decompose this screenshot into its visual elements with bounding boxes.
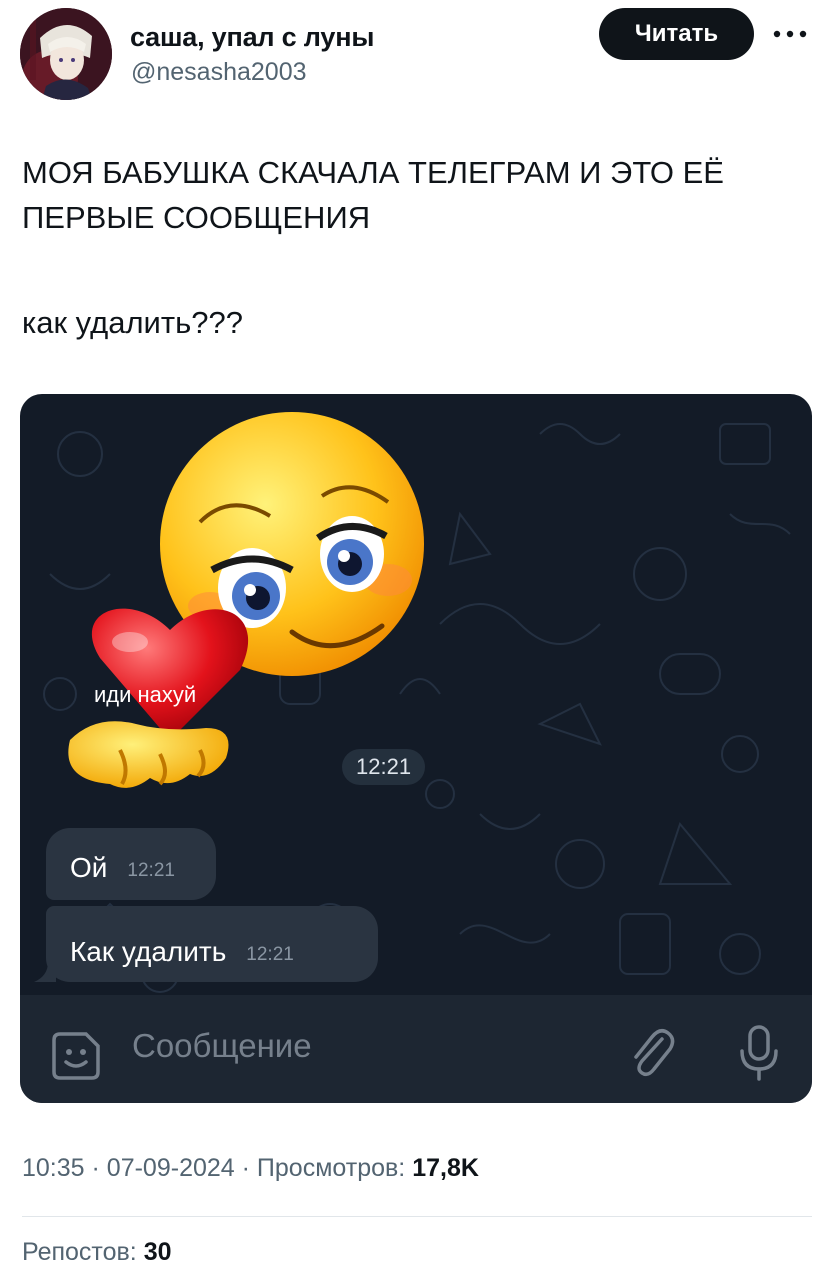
message-time: 12:21: [246, 944, 294, 965]
separator-dot: ·: [241, 1154, 257, 1182]
message-input[interactable]: Сообщение: [132, 1027, 312, 1065]
avatar-image: [20, 8, 112, 100]
paperclip-icon[interactable]: [626, 1025, 676, 1079]
more-options-button[interactable]: [768, 14, 812, 54]
author-display-name[interactable]: саша, упал с луны: [130, 22, 374, 53]
views-label: Просмотров:: [256, 1154, 406, 1182]
bubble-tail: [34, 962, 56, 982]
more-horizontal-icon: [773, 30, 807, 38]
emoji-heart-sticker: [68, 412, 424, 788]
author-handle[interactable]: @nesasha2003: [131, 58, 307, 87]
message-text: Ой: [70, 852, 108, 883]
tweet-text: МОЯ БАБУШКА СКАЧАЛА ТЕЛЕГРАМ И ЭТО ЕЁ ПЕ…: [22, 155, 724, 235]
divider: [22, 1216, 812, 1217]
views-count: 17,8K: [412, 1154, 479, 1182]
reposts-stat[interactable]: Репостов: 30: [22, 1238, 172, 1267]
separator-dot: ·: [91, 1154, 107, 1182]
microphone-icon[interactable]: [736, 1023, 782, 1083]
message-time: 12:21: [127, 860, 175, 881]
avatar[interactable]: [20, 8, 112, 100]
tweet-header: саша, упал с луны @nesasha2003 Читать: [0, 0, 832, 110]
follow-button[interactable]: Читать: [599, 8, 754, 60]
tweet-date[interactable]: 07-09-2024: [107, 1154, 235, 1182]
tweet-time[interactable]: 10:35: [22, 1154, 85, 1182]
message-input-bar: Сообщение: [20, 995, 812, 1103]
tweet-meta: 10:35 · 07-09-2024 · Просмотров: 17,8K: [22, 1154, 479, 1183]
sticker-caption: иди нахуй: [94, 682, 197, 707]
sticker-icon[interactable]: [50, 1030, 102, 1082]
tweet-media-screenshot[interactable]: иди нахуй 12:21 Ой 12:21 Как удалить 12:…: [20, 394, 812, 1103]
tweet-text-question: как удалить???: [22, 305, 243, 340]
message-bubble[interactable]: Ой 12:21: [46, 828, 216, 900]
reposts-label: Репостов:: [22, 1238, 137, 1266]
message-bubble[interactable]: Как удалить 12:21: [46, 906, 378, 982]
sticker-timestamp: 12:21: [342, 749, 426, 785]
message-text: Как удалить: [70, 936, 227, 967]
reposts-count: 30: [143, 1238, 172, 1266]
